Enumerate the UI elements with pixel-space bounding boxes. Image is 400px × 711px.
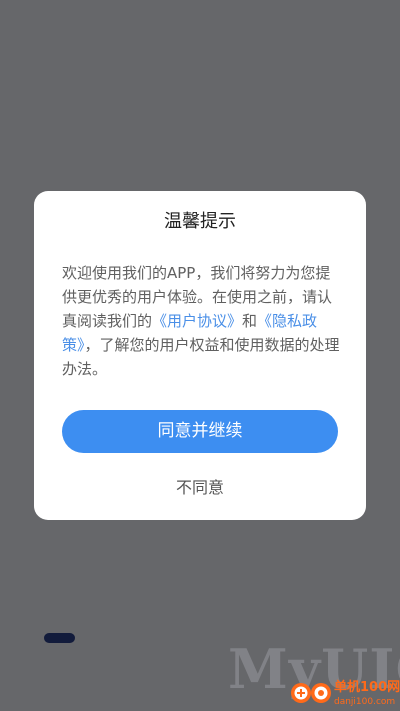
watermark-site-url: danji100.com — [334, 697, 396, 707]
gamepad-logo-icon — [291, 683, 331, 703]
site-watermark: MyUICC 单机100网 danji100.com — [228, 637, 400, 711]
app-screen: 温馨提示 欢迎使用我们的APP，我们将努力为您提供更优秀的用户体验。在使用之前，… — [0, 0, 400, 711]
watermark-site-name: 单机100网 — [334, 680, 400, 695]
dialog-title: 温馨提示 — [164, 211, 236, 232]
message-text-outro: ，了解您的用户权益和使用数据的处理办法。 — [62, 336, 340, 378]
privacy-dialog: 温馨提示 欢迎使用我们的APP，我们将努力为您提供更优秀的用户体验。在使用之前，… — [34, 191, 366, 520]
message-text-connector: 和 — [242, 312, 258, 330]
user-agreement-link[interactable]: 《用户协议》 — [152, 312, 242, 330]
dialog-message: 欢迎使用我们的APP，我们将努力为您提供更优秀的用户体验。在使用之前，请认真阅读… — [62, 261, 340, 381]
disagree-button[interactable]: 不同意 — [134, 475, 266, 501]
agree-and-continue-button[interactable]: 同意并继续 — [62, 410, 338, 453]
